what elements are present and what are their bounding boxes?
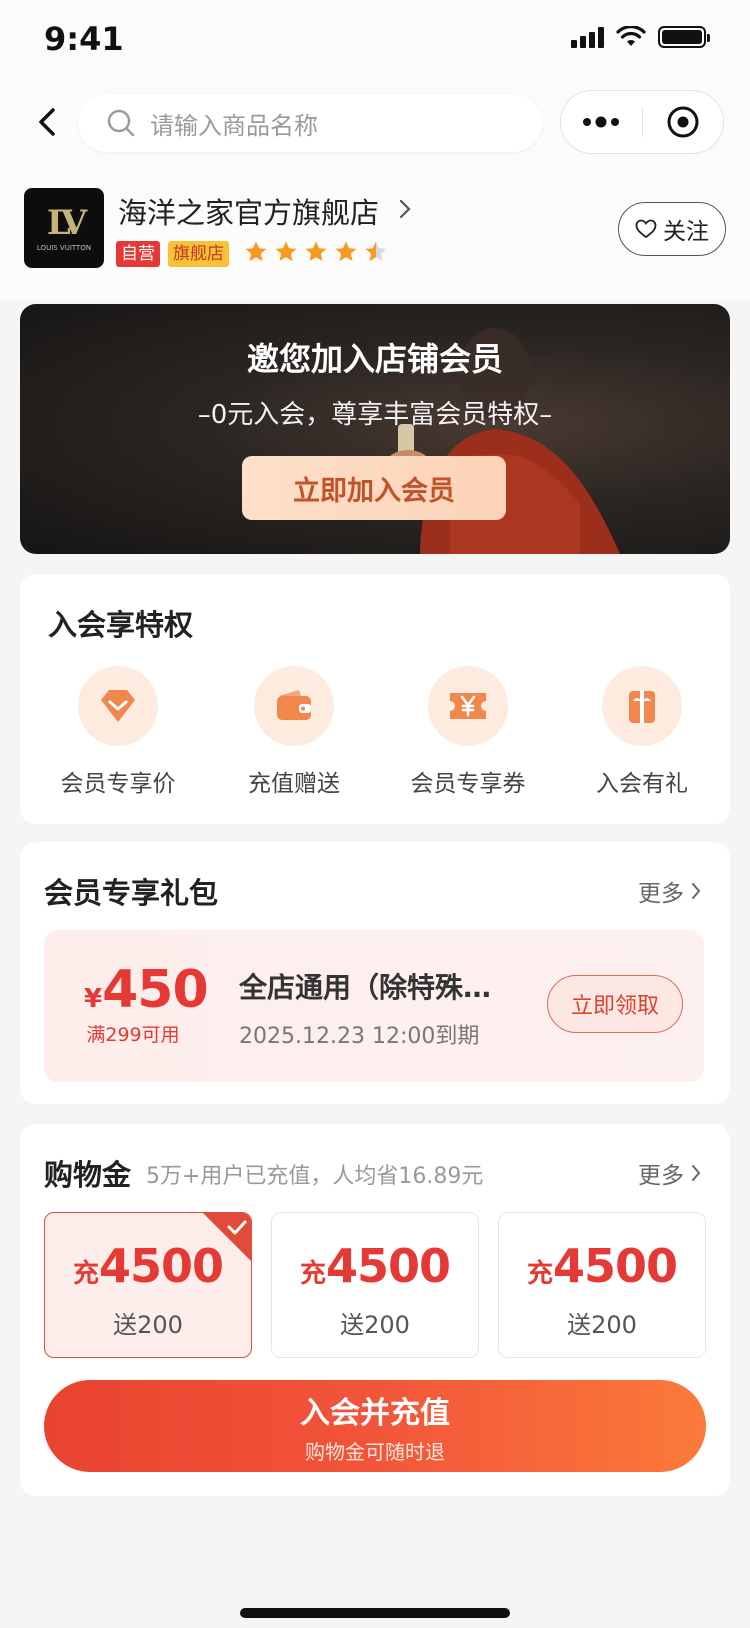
yen-coupon-icon	[450, 693, 486, 719]
privilege-label: 充值赠送	[248, 771, 340, 797]
privileges-title: 入会享特权	[48, 608, 194, 642]
diamond-icon	[101, 690, 135, 722]
shopping-credit-more-link[interactable]: 更多	[638, 1156, 702, 1190]
recharge-amount: 4500	[325, 1239, 451, 1293]
coupon-amount: ¥450	[84, 960, 209, 1020]
recharge-option[interactable]: 充4500 送200	[498, 1212, 706, 1358]
logo-monogram: LV	[46, 203, 87, 243]
chevron-right-icon[interactable]	[398, 198, 412, 220]
star-icon	[245, 241, 267, 261]
banner-title: 邀您加入店铺会员	[246, 340, 503, 378]
wallet-icon	[277, 690, 311, 720]
member-coupon: ¥450 满299可用 全店通用（除特殊商品外） 2025.12.23 12:0…	[44, 930, 704, 1082]
join-member-button[interactable]: 立即加入会员	[242, 456, 506, 520]
recharge-option[interactable]: 充4500 送200	[271, 1212, 479, 1358]
shopping-credit-subtitle: 5万+用户已充值，人均省16.89元	[146, 1164, 484, 1189]
recharge-prefix: 充	[299, 1259, 326, 1289]
join-and-recharge-button[interactable]: 入会并充值 购物金可随时退	[44, 1380, 706, 1472]
half-star-icon	[365, 241, 387, 261]
privileges-card: 入会享特权 会员专享价 充值赠送 会员专享券 入会有礼	[20, 574, 730, 824]
self-operated-badge: 自营	[116, 241, 160, 267]
selected-check-icon	[203, 1213, 251, 1261]
privilege-item-recharge-bonus[interactable]: 充值赠送	[214, 666, 374, 798]
more-label: 更多	[638, 881, 684, 907]
membership-banner: 邀您加入店铺会员 –0元入会，尊享丰富会员特权– 立即加入会员	[20, 304, 730, 554]
claim-coupon-button[interactable]: 立即领取	[547, 975, 683, 1033]
mini-program-capsule	[560, 90, 724, 154]
coupon-condition: 满299可用	[86, 1024, 180, 1046]
coupon-value: 450	[102, 960, 209, 1020]
coupon-title: 全店通用（除特殊商品外）	[239, 971, 509, 1004]
back-icon[interactable]	[28, 102, 68, 142]
recharge-amount: 4500	[552, 1239, 678, 1293]
privilege-label: 入会有礼	[596, 771, 688, 797]
flagship-badge: 旗舰店	[168, 241, 229, 267]
recharge-prefix: 充	[526, 1259, 553, 1289]
privilege-item-join-gift[interactable]: 入会有礼	[562, 666, 722, 798]
status-icons	[571, 26, 710, 48]
coupon-expiry: 2025.12.23 12:00到期	[239, 1024, 480, 1049]
chevron-right-icon	[692, 1165, 701, 1181]
gift-icon	[629, 691, 655, 723]
status-time: 9:41	[44, 20, 124, 58]
privilege-item-member-price[interactable]: 会员专享价	[38, 666, 198, 798]
heart-icon	[635, 219, 657, 239]
recharge-gift: 送200	[340, 1311, 410, 1339]
gift-pack-card: 会员专享礼包 更多 ¥450 满299可用 全店通用（除特殊商品外） 2025.…	[20, 842, 730, 1104]
recharge-gift: 送200	[567, 1311, 637, 1339]
star-icon	[275, 241, 297, 261]
navigation-bar: 请输入商品名称	[0, 80, 750, 180]
more-dots-icon[interactable]	[561, 91, 642, 153]
banner-subtitle: –0元入会，尊享丰富会员特权–	[197, 400, 553, 430]
close-mini-program-icon[interactable]	[643, 91, 724, 153]
star-icon	[305, 241, 327, 261]
store-header: LV LOUIS VUITTON 海洋之家官方旗舰店 自营 旗舰店 关注	[0, 180, 750, 300]
store-rating	[244, 240, 388, 264]
gift-pack-more-link[interactable]: 更多	[638, 874, 702, 908]
star-icon	[335, 241, 357, 261]
search-input[interactable]: 请输入商品名称	[78, 94, 542, 152]
coupon-currency: ¥	[84, 984, 103, 1014]
gift-pack-title: 会员专享礼包	[44, 876, 219, 910]
home-indicator	[240, 1608, 510, 1618]
follow-label: 关注	[663, 219, 709, 245]
store-logo: LV LOUIS VUITTON	[24, 188, 104, 268]
recharge-prefix: 充	[72, 1259, 99, 1289]
logo-wordmark: LOUIS VUITTON	[36, 244, 92, 252]
recharge-gift: 送200	[113, 1311, 183, 1339]
store-name[interactable]: 海洋之家官方旗舰店	[118, 190, 379, 232]
join-and-recharge-sublabel: 购物金可随时退	[305, 1439, 445, 1464]
status-bar: 9:41	[0, 0, 750, 80]
recharge-option-selected[interactable]: 充4500 送200	[44, 1212, 252, 1358]
search-icon	[107, 109, 135, 137]
follow-button[interactable]: 关注	[618, 202, 726, 256]
privilege-label: 会员专享价	[60, 771, 176, 797]
shopping-credit-card: 购物金 5万+用户已充值，人均省16.89元 更多 充4500 送200 充45…	[20, 1124, 730, 1496]
privilege-item-member-coupon[interactable]: 会员专享券	[388, 666, 548, 798]
join-and-recharge-label: 入会并充值	[300, 1395, 450, 1431]
more-label: 更多	[638, 1163, 684, 1189]
shopping-credit-title: 购物金	[44, 1158, 132, 1192]
search-placeholder: 请输入商品名称	[150, 111, 318, 140]
battery-icon	[658, 26, 710, 48]
wifi-icon	[616, 26, 646, 46]
cellular-signal-icon	[571, 26, 604, 48]
privilege-label: 会员专享券	[410, 771, 526, 797]
chevron-right-icon	[692, 883, 701, 899]
